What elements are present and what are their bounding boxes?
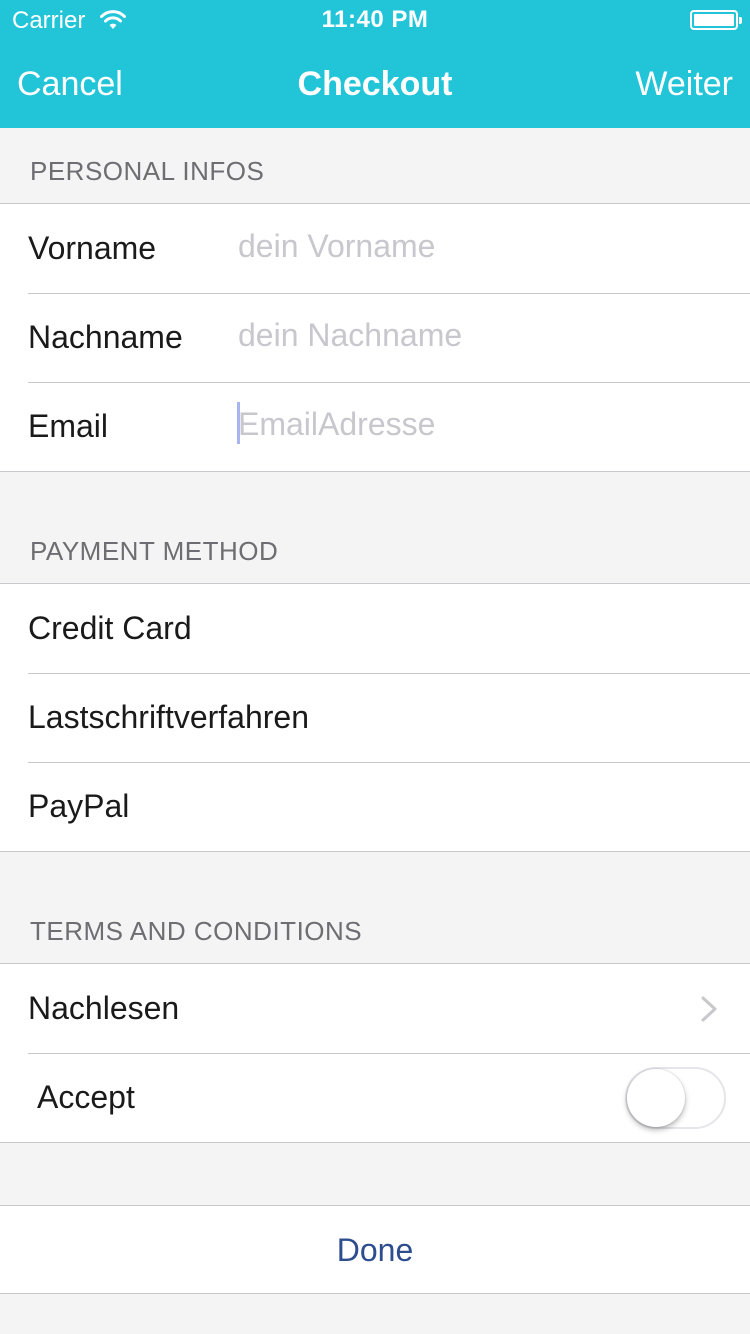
section-header-payment: PAYMENT METHOD <box>30 536 279 566</box>
section-header-terms: TERMS AND CONDITIONS <box>30 916 363 946</box>
email-row: Email <box>0 382 750 471</box>
accept-label: Accept <box>37 1079 135 1115</box>
battery-icon <box>690 10 742 30</box>
toggle-knob <box>627 1069 685 1127</box>
payment-option-label: Lastschriftverfahren <box>28 699 310 735</box>
navigation-bar: Carrier 11:40 PM Cancel Checkout Weiter <box>0 0 750 128</box>
firstname-label: Vorname <box>28 230 157 266</box>
payment-method-group: Credit Card Lastschriftverfahren PayPal <box>0 583 750 852</box>
payment-option-label: PayPal <box>28 788 130 824</box>
accept-terms-row: Accept <box>0 1053 750 1142</box>
firstname-row: Vorname <box>0 204 750 293</box>
status-bar: Carrier 11:40 PM <box>0 0 750 40</box>
payment-option-paypal[interactable]: PayPal <box>0 762 750 851</box>
clock: 11:40 PM <box>321 6 429 33</box>
lastname-row: Nachname <box>0 293 750 382</box>
read-terms-label: Nachlesen <box>28 990 180 1026</box>
lastname-label: Nachname <box>28 319 183 355</box>
next-button[interactable]: Weiter <box>635 62 733 106</box>
email-field[interactable] <box>238 402 718 446</box>
payment-option-direct-debit[interactable]: Lastschriftverfahren <box>0 673 750 762</box>
accept-toggle[interactable] <box>625 1067 726 1129</box>
done-button[interactable]: Done <box>0 1205 750 1294</box>
terms-group: Nachlesen Accept <box>0 963 750 1143</box>
personal-info-group: Vorname Nachname Email <box>0 203 750 472</box>
text-cursor <box>237 402 240 444</box>
email-label: Email <box>28 408 109 444</box>
firstname-field[interactable] <box>238 224 718 268</box>
chevron-right-icon <box>701 996 717 1022</box>
lastname-field[interactable] <box>238 313 718 357</box>
payment-option-label: Credit Card <box>28 610 192 646</box>
section-header-personal: PERSONAL INFOS <box>30 156 265 186</box>
done-label: Done <box>336 1232 414 1268</box>
payment-option-credit-card[interactable]: Credit Card <box>0 584 750 673</box>
read-terms-row[interactable]: Nachlesen <box>0 964 750 1053</box>
